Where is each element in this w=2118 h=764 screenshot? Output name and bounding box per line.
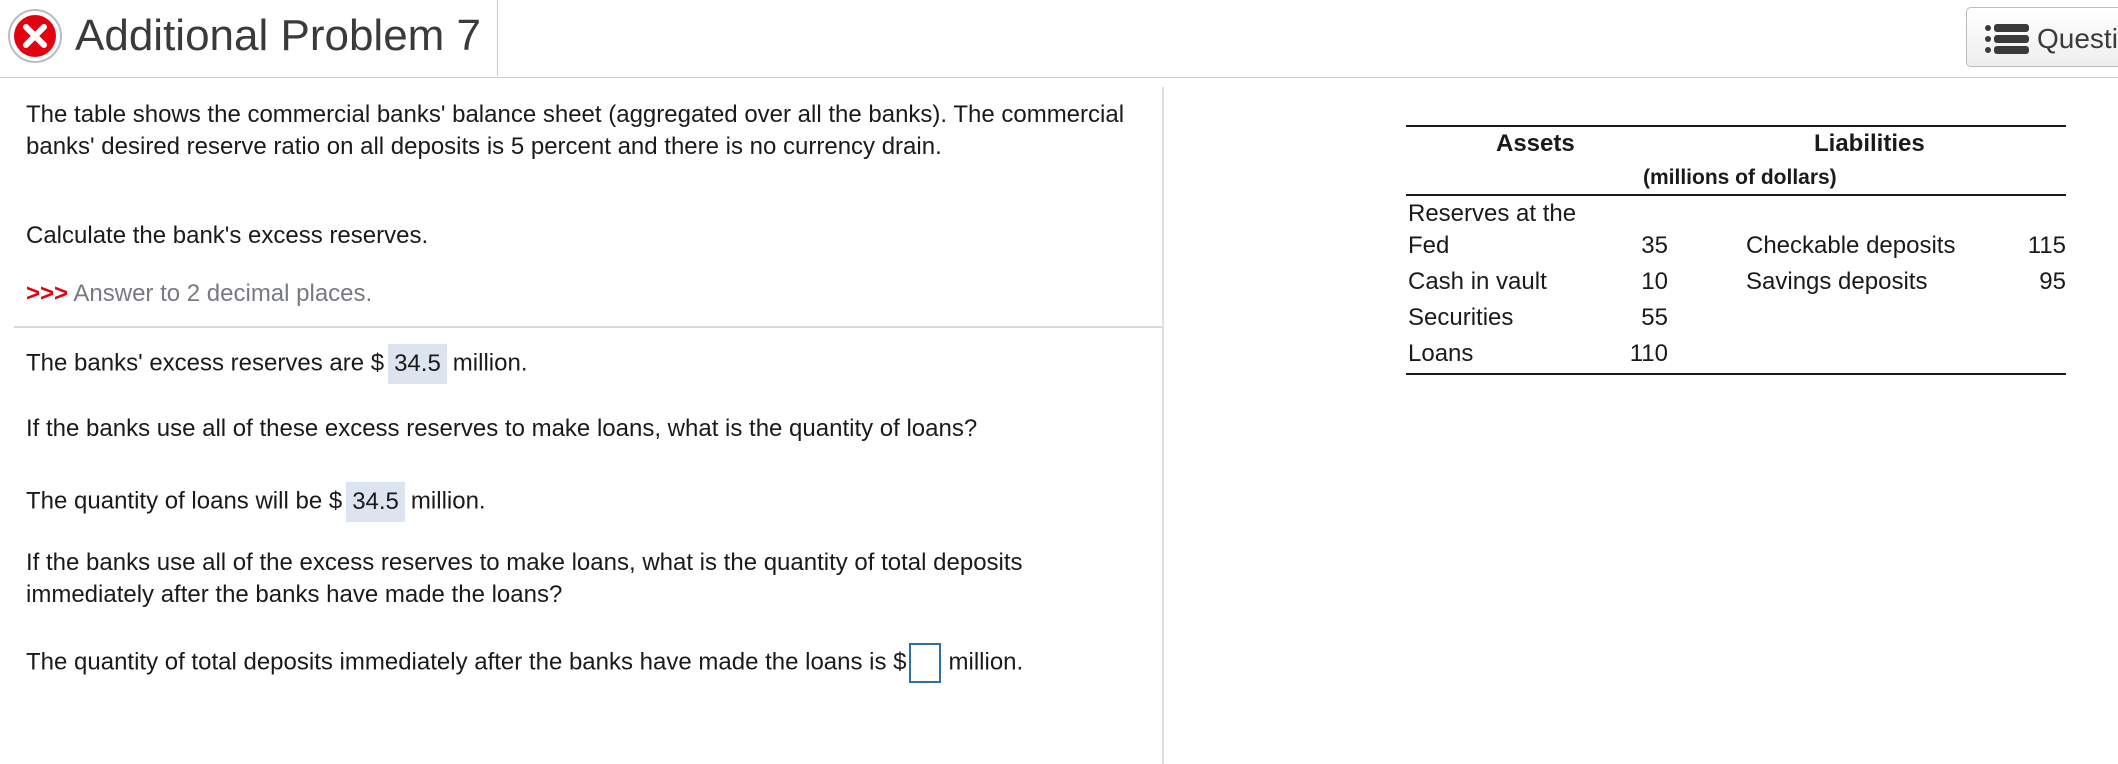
question-3-line-1: If the banks use all of the excess reser… <box>26 549 1023 576</box>
hint-arrows: >>> <box>26 280 69 307</box>
hint-text: Answer to 2 decimal places. <box>68 280 373 307</box>
deposits-suffix: million. <box>948 648 1024 676</box>
excess-suffix: million. <box>452 349 528 377</box>
list-icon <box>1985 24 2029 54</box>
asset-value: 55 <box>1641 304 1668 331</box>
loans-answer: 34.5 <box>346 482 405 522</box>
table-top-rule <box>1406 125 2066 127</box>
question-menu-button[interactable]: Questi <box>1966 7 2118 67</box>
question-3-line-2: immediately after the banks have made th… <box>26 581 563 608</box>
excess-reserves-answer: 34.5 <box>388 344 447 384</box>
excess-reserves-line: The banks' excess reserves are $34.5 mill… <box>26 344 527 384</box>
asset-label: Reserves at the <box>1408 200 1577 227</box>
question-menu-label: Questi <box>2037 23 2118 54</box>
loans-prefix: The quantity of loans will be $ <box>26 487 343 515</box>
section-separator <box>14 326 1162 328</box>
answer-hint: >>> Answer to 2 decimal places. <box>26 280 372 308</box>
asset-value: 10 <box>1641 268 1668 295</box>
asset-label: Fed <box>1408 232 1450 259</box>
title-divider <box>497 0 498 76</box>
table-header-rule <box>1406 194 2066 196</box>
column-divider <box>1162 87 1164 764</box>
problem-intro: The table shows the commercial banks' ba… <box>26 101 1125 160</box>
asset-label: Cash in vault <box>1408 268 1547 295</box>
liabilities-header: Liabilities <box>1814 130 1925 157</box>
liability-value: 95 <box>2039 268 2066 295</box>
asset-label: Loans <box>1408 340 1474 367</box>
question-2: If the banks use all of these excess res… <box>26 415 978 442</box>
asset-label: Securities <box>1408 304 1514 331</box>
asset-value: 110 <box>1629 340 1668 367</box>
assets-header: Assets <box>1496 130 1575 157</box>
page-title: Additional Problem 7 <box>75 11 482 60</box>
incorrect-x-icon <box>8 9 62 63</box>
asset-value: 35 <box>1641 232 1668 259</box>
problem-header: Additional Problem 7 Questi <box>0 0 2118 78</box>
deposits-line: The quantity of total deposits immediate… <box>26 643 1023 683</box>
deposits-prefix: The quantity of total deposits immediate… <box>26 648 907 676</box>
excess-prefix: The banks' excess reserves are $ <box>26 349 385 377</box>
table-bottom-rule <box>1406 373 2066 375</box>
loans-line: The quantity of loans will be $34.5 milli… <box>26 482 486 522</box>
units-label: (millions of dollars) <box>1643 166 1837 189</box>
question-1: Calculate the bank's excess reserves. <box>26 222 429 249</box>
liability-label: Checkable deposits <box>1746 232 1956 259</box>
total-deposits-input[interactable] <box>908 643 941 683</box>
liability-value: 115 <box>2027 232 2066 259</box>
loans-suffix: million. <box>410 487 486 515</box>
liability-label: Savings deposits <box>1746 268 1928 295</box>
